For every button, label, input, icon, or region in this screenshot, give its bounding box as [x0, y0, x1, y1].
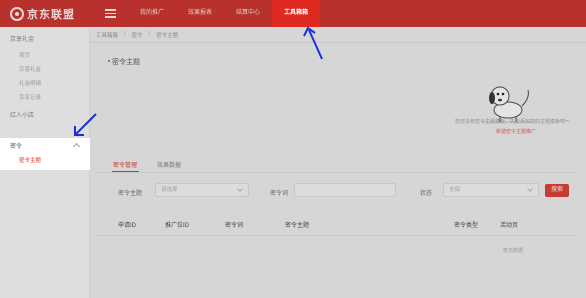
hamburger-menu-icon[interactable] [105, 9, 116, 18]
column-header-position-id: 推广位ID [165, 223, 190, 229]
search-button[interactable]: 搜索 [545, 184, 569, 197]
sidebar-group-shop[interactable]: 红人小店 [10, 110, 34, 119]
column-header-command-theme: 密令主题 [285, 223, 310, 229]
brand-name: 京东联盟 [27, 9, 75, 21]
top-navigation-bar: 京东联盟 我的推广 效果报表 结算中心 工具箱箱 [0, 0, 586, 27]
sidebar-item-jx-record[interactable]: 京享记录 [19, 93, 41, 101]
brand-logo[interactable]: 京东联盟 [10, 6, 75, 22]
breadcrumb: 工具箱箱 / 密令 / 密令主题 [96, 31, 178, 39]
annotation-arrow-icon [303, 26, 323, 60]
status-select-value: 全部 [449, 187, 461, 193]
theme-select[interactable]: 请选择 [155, 183, 249, 197]
tab-effect-data[interactable]: 效果数据 [157, 160, 181, 169]
column-header-activity-page: 活动页 [500, 223, 519, 229]
theme-select-value: 请选择 [161, 187, 178, 193]
table-header-divider [98, 235, 578, 236]
column-header-apply-id: 申请ID [118, 223, 137, 229]
status-select[interactable]: 全部 [443, 183, 539, 197]
annotation-arrow-icon [74, 113, 97, 136]
filter-status-label: 状态 [420, 191, 433, 197]
breadcrumb-item[interactable]: 密令 [132, 31, 143, 39]
sidebar-item-home[interactable]: 首页 [19, 51, 30, 59]
divider [90, 42, 586, 43]
sidebar-item-jx-gift[interactable]: 京喜礼金 [19, 65, 41, 73]
column-header-command-word: 密令词 [225, 223, 244, 229]
nav-item-toolbox[interactable]: 工具箱箱 [272, 0, 320, 27]
command-word-input[interactable] [294, 183, 396, 197]
chevron-down-icon [527, 186, 533, 192]
column-header-command-type: 密令类型 [454, 223, 479, 229]
chevron-up-icon[interactable] [72, 142, 81, 151]
filter-theme-label: 密令主题 [118, 191, 143, 197]
sidebar-group-gift[interactable]: 京享礼金 [10, 34, 34, 43]
nav-item-my-promotion[interactable]: 我的推广 [132, 0, 172, 27]
sidebar-group-command-block: 密令 密令主题 [0, 138, 90, 170]
breadcrumb-separator: / [148, 31, 151, 37]
chevron-down-icon [237, 186, 243, 192]
page-title: 密令主题 [108, 59, 140, 66]
table-empty-text: 暂无数据 [503, 248, 524, 254]
filter-word-label: 密令词 [270, 191, 289, 197]
breadcrumb-item: 密令主题 [156, 33, 179, 39]
tab-command-management[interactable]: 密令管理 [113, 160, 137, 169]
sidebar-item-gift-detail[interactable]: 礼金明细 [19, 79, 41, 87]
breadcrumb-separator: / [124, 31, 126, 37]
jd-logo-icon [10, 7, 24, 21]
create-theme-link[interactable]: 新建密令主题推广 [496, 128, 536, 135]
nav-item-reports[interactable]: 效果报表 [180, 0, 220, 27]
nav-item-settlement[interactable]: 结算中心 [226, 0, 270, 27]
sidebar-group-command[interactable]: 密令 [10, 141, 22, 150]
sidebar: 京享礼金 首页 京喜礼金 礼金明细 京享记录 红人小店 密令 密令主题 [0, 27, 90, 298]
breadcrumb-item[interactable]: 工具箱箱 [96, 31, 118, 39]
tabs-divider [98, 172, 578, 173]
sidebar-item-command-theme[interactable]: 密令主题 [19, 156, 41, 164]
empty-state-message: 您还没有密令主题模板，先去添加您的主题模板吧～ [455, 119, 571, 125]
